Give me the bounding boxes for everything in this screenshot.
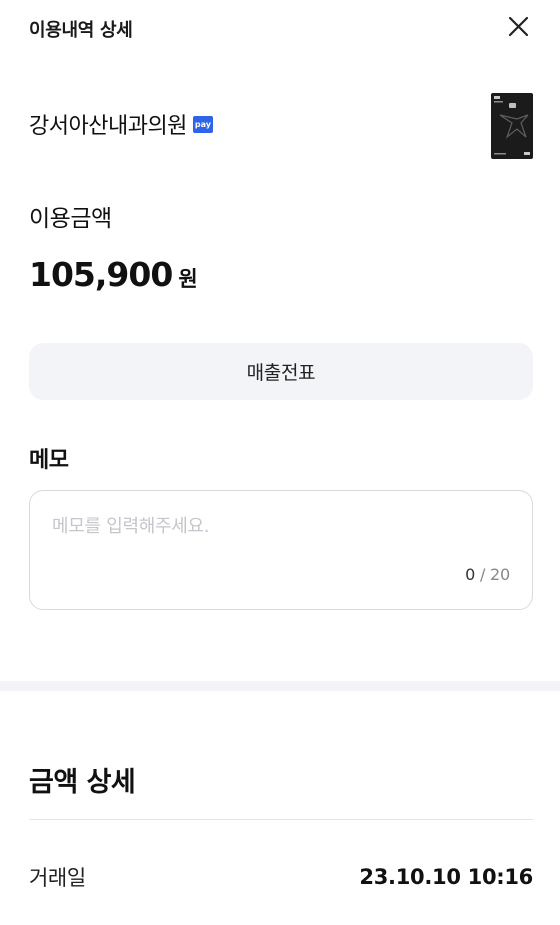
memo-max-count: 20 [490, 565, 510, 584]
amount-unit: 원 [178, 267, 198, 291]
memo-char-counter: 0 / 20 [465, 565, 510, 584]
detail-key: 거래일 [29, 866, 86, 890]
section-divider [0, 681, 560, 691]
pay-badge-icon: pay [192, 115, 213, 133]
transaction-detail-page: 이용내역 상세 강서아산내과의원 pay 이용금액 105,900 원 매출전표… [0, 0, 560, 925]
sales-slip-button[interactable]: 매출전표 [29, 343, 533, 400]
amount-label: 이용금액 [29, 206, 112, 232]
detail-row-transaction-date: 거래일 23.10.10 10:16 [29, 862, 533, 892]
amount-detail-title: 금액 상세 [29, 767, 136, 798]
memo-counter-separator: / [475, 565, 491, 584]
memo-input[interactable] [52, 511, 492, 541]
amount-value: 105,900 [29, 255, 173, 294]
merchant-row: 강서아산내과의원 pay [29, 108, 213, 140]
close-icon[interactable] [500, 9, 536, 45]
memo-box[interactable]: 0 / 20 [29, 490, 533, 610]
amount-row: 105,900 원 [29, 255, 198, 294]
card-thumbnail-icon [491, 93, 533, 159]
divider-line [29, 819, 533, 820]
memo-current-count: 0 [465, 565, 476, 584]
merchant-name: 강서아산내과의원 [29, 114, 187, 139]
memo-title: 메모 [29, 448, 69, 473]
page-title: 이용내역 상세 [29, 20, 133, 41]
close-button[interactable] [500, 9, 536, 45]
detail-value: 23.10.10 10:16 [359, 865, 533, 889]
